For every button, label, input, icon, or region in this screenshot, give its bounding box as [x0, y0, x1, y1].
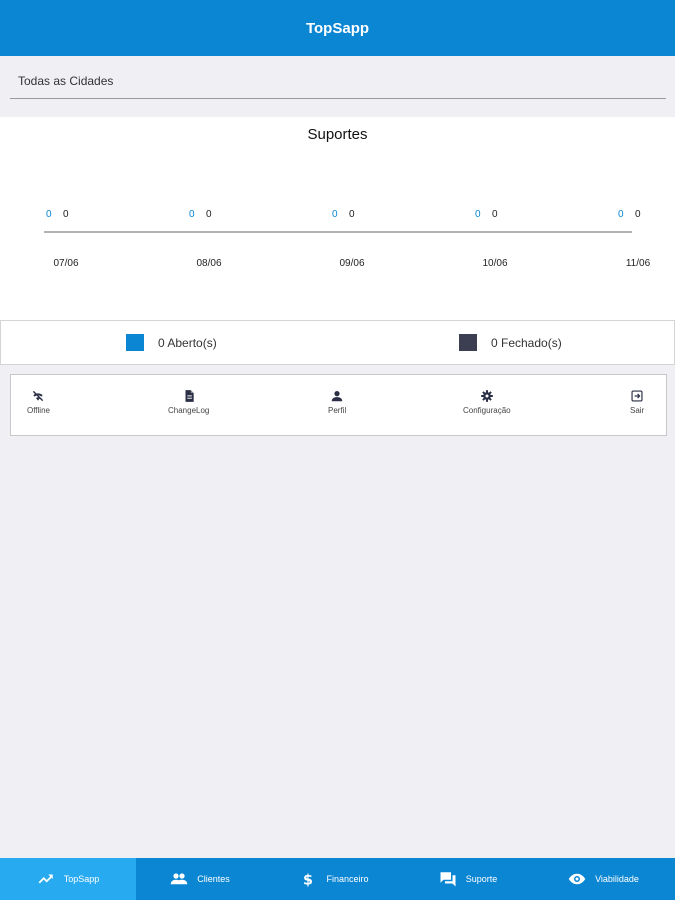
- trending-up-icon: [38, 874, 53, 884]
- eye-icon: [568, 873, 586, 885]
- offline-button[interactable]: Offline: [27, 389, 50, 415]
- svg-text:$: $: [304, 872, 314, 888]
- action-bar: Offline ChangeLog Perfil Configuração Sa…: [10, 374, 667, 436]
- x-tick-label: 11/06: [626, 258, 651, 269]
- data-label-aberto: 0: [189, 209, 195, 220]
- tab-viabilidade[interactable]: Viabilidade: [532, 858, 675, 900]
- tab-topsapp-label: TopSapp: [63, 874, 100, 884]
- exit-icon: [631, 390, 643, 402]
- data-label-fechado: 0: [206, 209, 212, 220]
- x-tick-label: 10/06: [482, 258, 507, 269]
- tab-financeiro[interactable]: $ Financeiro: [264, 858, 404, 900]
- tab-suporte-label: Suporte: [465, 874, 498, 884]
- x-tick-label: 08/06: [196, 258, 221, 269]
- x-tick-label: 09/06: [339, 258, 364, 269]
- sair-label: Sair: [630, 406, 645, 415]
- chat-icon: [440, 872, 456, 887]
- legend-label-aberto: 0 Aberto(s): [158, 335, 217, 350]
- offline-label: Offline: [27, 406, 50, 415]
- document-icon: [185, 390, 194, 402]
- app-title: TopSapp: [305, 19, 370, 37]
- legend-aberto: 0 Aberto(s): [126, 334, 217, 351]
- changelog-label: ChangeLog: [168, 406, 210, 415]
- tab-suporte[interactable]: Suporte: [404, 858, 532, 900]
- support-chart: Suportes 0 0 07/06 0 0 08/06 0 0 09/06 0 0 10/06 0 0 1…: [0, 117, 675, 320]
- tab-clientes[interactable]: Clientes: [136, 858, 264, 900]
- chart-legend: 0 Aberto(s) 0 Fechado(s): [0, 320, 675, 365]
- configuracao-button[interactable]: Configuração: [463, 389, 511, 415]
- chart-canvas: 0 007/060 008/060 009/060 010/060 011/06: [44, 209, 651, 269]
- city-select[interactable]: Todas as Cidades: [10, 64, 666, 99]
- data-label-fechado: 0: [349, 209, 355, 220]
- changelog-button[interactable]: ChangeLog: [168, 389, 209, 415]
- sair-button[interactable]: Sair: [630, 389, 644, 415]
- people-icon: [170, 873, 188, 885]
- bottom-tab-bar: TopSapp Clientes $ Financeiro Suporte Vi…: [0, 858, 675, 900]
- configuracao-label: Configuração: [463, 406, 511, 415]
- data-label-fechado: 0: [63, 209, 69, 220]
- legend-swatch-fechado: [459, 334, 477, 351]
- city-select-value: Todas as Cidades: [18, 74, 114, 88]
- data-label-fechado: 0: [492, 209, 498, 220]
- data-label-aberto: 0: [46, 209, 52, 220]
- data-label-fechado: 0: [635, 209, 641, 220]
- data-label-aberto: 0: [618, 209, 624, 220]
- legend-swatch-aberto: [126, 334, 144, 351]
- dollar-icon: $: [304, 872, 314, 888]
- data-label-aberto: 0: [332, 209, 338, 220]
- tab-viabilidade-label: Viabilidade: [595, 874, 639, 884]
- person-icon: [331, 391, 343, 402]
- perfil-label: Perfil: [328, 406, 347, 415]
- x-tick-label: 07/06: [53, 258, 78, 269]
- data-label-aberto: 0: [475, 209, 481, 220]
- tab-clientes-label: Clientes: [197, 874, 230, 884]
- tab-topsapp[interactable]: TopSapp: [0, 858, 136, 900]
- app-header: TopSapp: [0, 0, 675, 56]
- wifi-off-icon: [33, 390, 44, 402]
- legend-label-fechado: 0 Fechado(s): [491, 335, 562, 350]
- legend-fechado: 0 Fechado(s): [459, 334, 562, 351]
- perfil-button[interactable]: Perfil: [328, 389, 346, 415]
- tab-financeiro-label: Financeiro: [326, 874, 369, 884]
- gear-icon: [480, 390, 493, 402]
